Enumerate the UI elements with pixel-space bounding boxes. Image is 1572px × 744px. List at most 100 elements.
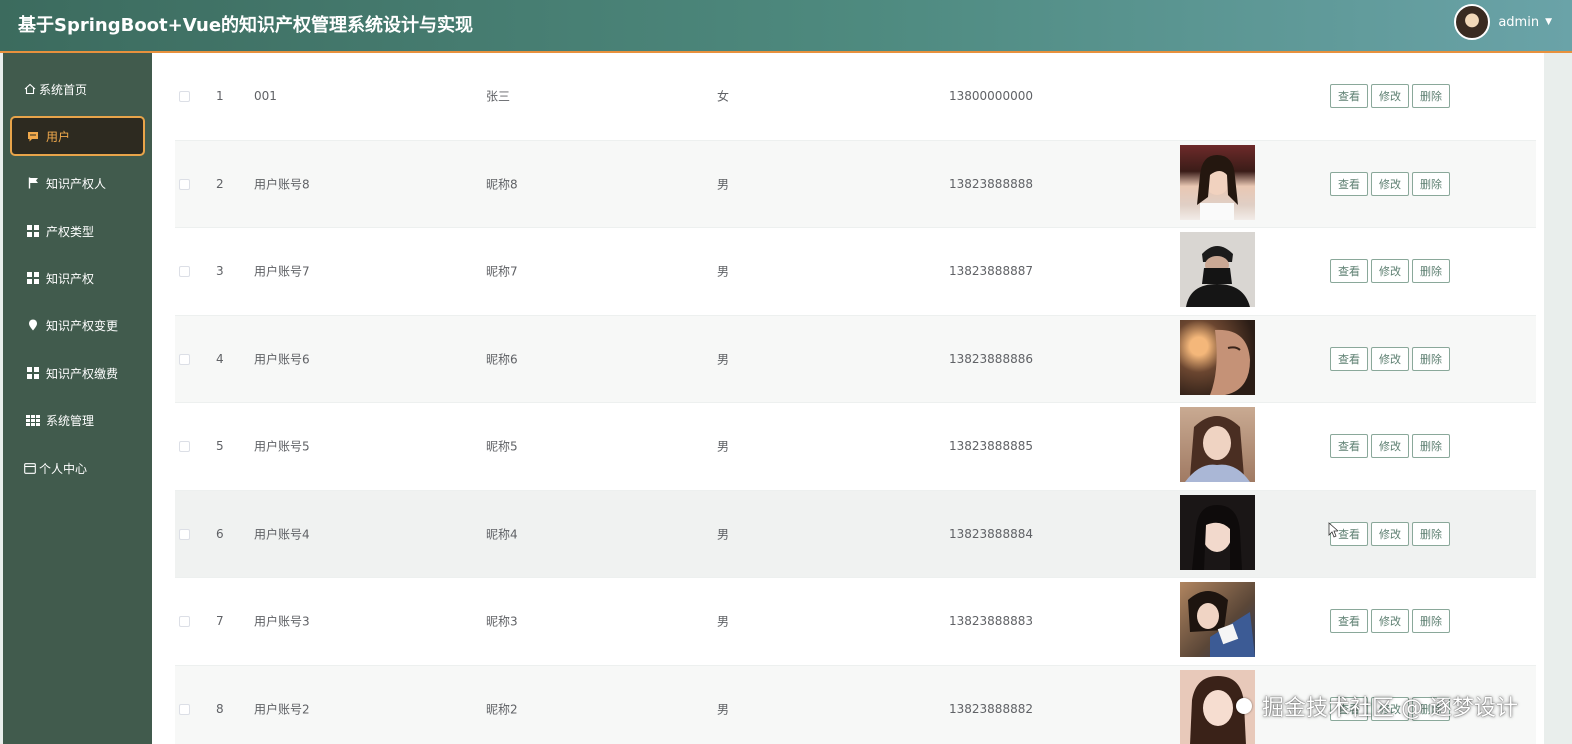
delete-button[interactable]: 删除 (1412, 346, 1450, 371)
sidebar-item-label: 个人中心 (39, 461, 88, 476)
row-checkbox[interactable] (179, 353, 190, 365)
sidebar-item-ip-change[interactable]: 知识产权变更 (10, 305, 145, 345)
row-checkbox[interactable] (179, 528, 190, 540)
home-icon (23, 82, 37, 96)
list-grid-icon (26, 413, 40, 427)
cell-nickname: 昵称5 (486, 439, 518, 454)
avatar[interactable] (1454, 4, 1491, 40)
sidebar-item-label: 知识产权 (46, 271, 95, 286)
user-photo (1180, 144, 1255, 220)
user-photo (1180, 582, 1255, 657)
cell-account: 用户账号4 (254, 527, 310, 542)
row-checkbox[interactable] (179, 266, 190, 278)
row-actions: 查看 修改 删除 (1330, 521, 1450, 546)
edit-button[interactable]: 修改 (1371, 521, 1409, 546)
sidebar-item-profile[interactable]: 个人中心 (23, 448, 143, 488)
edit-button[interactable]: 修改 (1371, 171, 1409, 196)
table-row: 7 用户账号3 昵称3 男 13823888883 查看 修改 删除 (175, 578, 1536, 666)
edit-button[interactable]: 修改 (1371, 84, 1409, 109)
row-actions: 查看 修改 删除 (1330, 259, 1450, 284)
flag-icon (26, 176, 40, 190)
watermark-text: 掘金技术社区 @ 逐梦设计 (1262, 696, 1518, 721)
mouse-cursor-icon (1328, 522, 1338, 538)
edit-button[interactable]: 修改 (1371, 434, 1409, 459)
caret-down-icon[interactable]: ▼ (1545, 17, 1552, 27)
cell-index: 3 (216, 264, 224, 279)
edit-button[interactable]: 修改 (1371, 346, 1409, 371)
view-button[interactable]: 查看 (1330, 84, 1368, 109)
cell-phone: 13823888888 (949, 176, 1033, 191)
sidebar-item-label: 知识产权变更 (46, 318, 119, 333)
cell-account: 用户账号3 (254, 614, 310, 629)
cell-phone: 13823888882 (949, 701, 1033, 716)
sidebar-item-right-type[interactable]: 产权类型 (10, 211, 145, 251)
row-checkbox[interactable] (179, 91, 190, 103)
edit-button[interactable]: 修改 (1371, 609, 1409, 634)
sidebar-item-label: 知识产权缴费 (46, 366, 119, 381)
sidebar-item-home[interactable]: 系统首页 (23, 69, 143, 109)
view-button[interactable]: 查看 (1330, 259, 1368, 284)
cell-account: 用户账号6 (254, 352, 310, 367)
cell-nickname: 昵称6 (486, 352, 518, 367)
edit-button[interactable]: 修改 (1371, 259, 1409, 284)
sidebar-item-users[interactable]: 用户 (10, 116, 145, 156)
delete-button[interactable]: 删除 (1412, 171, 1450, 196)
user-photo (1180, 232, 1255, 307)
sidebar-item-label: 用户 (46, 129, 71, 144)
table-row: 5 用户账号5 昵称5 男 13823888885 查看 修改 删除 (175, 403, 1536, 491)
chat-icon (26, 129, 40, 143)
row-actions: 查看 修改 删除 (1330, 171, 1450, 196)
row-checkbox[interactable] (179, 616, 190, 628)
delete-button[interactable]: 删除 (1412, 259, 1450, 284)
sidebar: 系统首页 用户 知识产权人 产权类型 知识产权 知识产权变更 知识产权缴费 系统… (3, 53, 152, 744)
row-checkbox[interactable] (179, 178, 190, 190)
row-actions: 查看 修改 删除 (1330, 609, 1450, 634)
view-button[interactable]: 查看 (1330, 346, 1368, 371)
cell-phone: 13800000000 (949, 89, 1033, 104)
delete-button[interactable]: 删除 (1412, 521, 1450, 546)
sidebar-item-ip-fee[interactable]: 知识产权缴费 (10, 353, 145, 393)
cell-nickname: 昵称8 (486, 177, 518, 192)
user-menu[interactable]: admin ▼ (1454, 4, 1552, 40)
view-button[interactable]: 查看 (1330, 171, 1368, 196)
delete-button[interactable]: 删除 (1412, 609, 1450, 634)
cell-sex: 男 (717, 702, 730, 717)
cell-index: 4 (216, 351, 224, 366)
cell-nickname: 昵称2 (486, 702, 518, 717)
cell-account: 001 (254, 89, 277, 104)
view-button[interactable]: 查看 (1330, 434, 1368, 459)
row-actions: 查看 修改 删除 (1330, 84, 1450, 109)
app-title: 基于SpringBoot+Vue的知识产权管理系统设计与实现 (18, 15, 474, 36)
cell-account: 用户账号2 (254, 702, 310, 717)
cell-index: 2 (216, 176, 224, 191)
cell-phone: 13823888886 (949, 351, 1033, 366)
grid-icon (26, 271, 40, 285)
cell-nickname: 昵称3 (486, 614, 518, 629)
cell-sex: 男 (717, 614, 730, 629)
top-header: 基于SpringBoot+Vue的知识产权管理系统设计与实现 admin ▼ (0, 0, 1572, 53)
sidebar-item-ip[interactable]: 知识产权 (10, 258, 145, 298)
user-photo (1180, 319, 1255, 395)
sidebar-item-system[interactable]: 系统管理 (10, 400, 145, 440)
cell-sex: 男 (717, 264, 730, 279)
cell-sex: 男 (717, 352, 730, 367)
row-checkbox[interactable] (179, 441, 190, 453)
cell-nickname: 昵称7 (486, 264, 518, 279)
cell-index: 8 (216, 701, 224, 716)
cell-phone: 13823888885 (949, 439, 1033, 454)
cell-phone: 13823888884 (949, 526, 1033, 541)
sidebar-item-ip-owner[interactable]: 知识产权人 (10, 163, 145, 203)
cell-sex: 男 (717, 177, 730, 192)
cell-account: 用户账号5 (254, 439, 310, 454)
cell-nickname: 张三 (486, 89, 511, 104)
delete-button[interactable]: 删除 (1412, 434, 1450, 459)
watermark-logo-icon (1236, 698, 1252, 714)
user-name[interactable]: admin (1498, 15, 1539, 30)
row-checkbox[interactable] (179, 703, 190, 715)
user-photo (1180, 494, 1255, 570)
table-row: 2 用户账号8 昵称8 男 13823888888 查看 修改 删除 (175, 140, 1536, 228)
delete-button[interactable]: 删除 (1412, 84, 1450, 109)
view-button[interactable]: 查看 (1330, 609, 1368, 634)
table-row: 4 用户账号6 昵称6 男 13823888886 查看 修改 删除 (175, 315, 1536, 403)
cell-sex: 男 (717, 527, 730, 542)
